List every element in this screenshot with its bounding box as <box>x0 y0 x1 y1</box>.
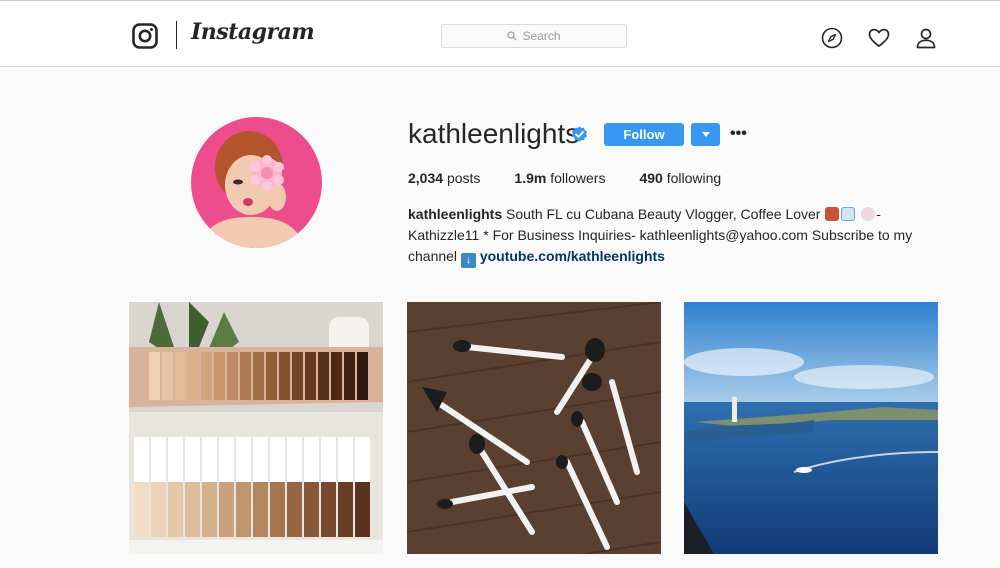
down-arrow-emoji-icon: ↓ <box>460 253 476 268</box>
verified-badge-icon <box>572 126 587 142</box>
followers-stat[interactable]: 1.9m followers <box>514 170 605 186</box>
coffee-emoji-icon <box>841 207 856 221</box>
following-label: following <box>666 170 722 186</box>
user-icon[interactable] <box>915 27 937 49</box>
bio-text-3: channel <box>408 248 458 264</box>
logo-divider <box>176 21 177 49</box>
follow-button[interactable]: Follow <box>604 123 684 146</box>
profile-username: kathleenlights <box>408 118 580 149</box>
posts-stat: 2,034 posts <box>408 170 480 186</box>
instagram-wordmark[interactable]: Instagram <box>191 19 315 45</box>
heart-icon[interactable] <box>868 27 890 49</box>
search-placeholder: Search <box>522 29 561 43</box>
top-nav-bar: Instagram Search <box>0 0 1000 67</box>
profile-bio: kathleenlights South FL cu Cubana Beauty… <box>408 204 918 268</box>
following-count: 490 <box>639 170 663 186</box>
post-thumbnail-3[interactable] <box>684 302 938 554</box>
avatar-image <box>191 117 322 248</box>
posts-count: 2,034 <box>408 170 444 186</box>
search-input[interactable]: Search <box>441 24 627 48</box>
post-thumbnail-1[interactable] <box>129 302 383 554</box>
bio-line-2: Kathizzle11 * For Business Inquiries- ka… <box>408 227 913 243</box>
bio-line-3: channel ↓ youtube.com/kathleenlights <box>408 246 918 268</box>
makeup-swatches-image <box>129 302 383 554</box>
post-thumbnail-2[interactable] <box>407 302 661 554</box>
compass-icon[interactable] <box>821 27 843 49</box>
followers-count: 1.9m <box>514 170 547 186</box>
ocean-view-image <box>684 302 938 554</box>
bio-line-1: kathleenlights South FL cu Cubana Beauty… <box>408 204 918 225</box>
suggested-accounts-dropdown-button[interactable] <box>691 123 720 146</box>
bio-name: kathleenlights <box>408 206 503 222</box>
lipstick-emoji-icon <box>825 207 840 221</box>
search-icon <box>507 31 517 41</box>
ghost-emoji-icon <box>861 207 876 221</box>
instagram-camera-icon[interactable] <box>132 23 158 49</box>
bio-external-link[interactable]: youtube.com/kathleenlights <box>480 248 665 264</box>
more-options-icon[interactable]: ••• <box>730 124 747 144</box>
following-stat[interactable]: 490 following <box>639 170 721 186</box>
profile-stats: 2,034 posts 1.9m followers 490 following <box>408 170 721 186</box>
caret-down-icon <box>701 132 710 137</box>
bio-text-1-tail: - <box>876 206 881 222</box>
profile-avatar[interactable] <box>191 117 322 248</box>
makeup-brushes-image <box>407 302 661 554</box>
followers-label: followers <box>550 170 606 186</box>
bio-text-1: South FL cu Cubana Beauty Vlogger, Coffe… <box>506 206 821 222</box>
posts-label: posts <box>446 170 481 186</box>
